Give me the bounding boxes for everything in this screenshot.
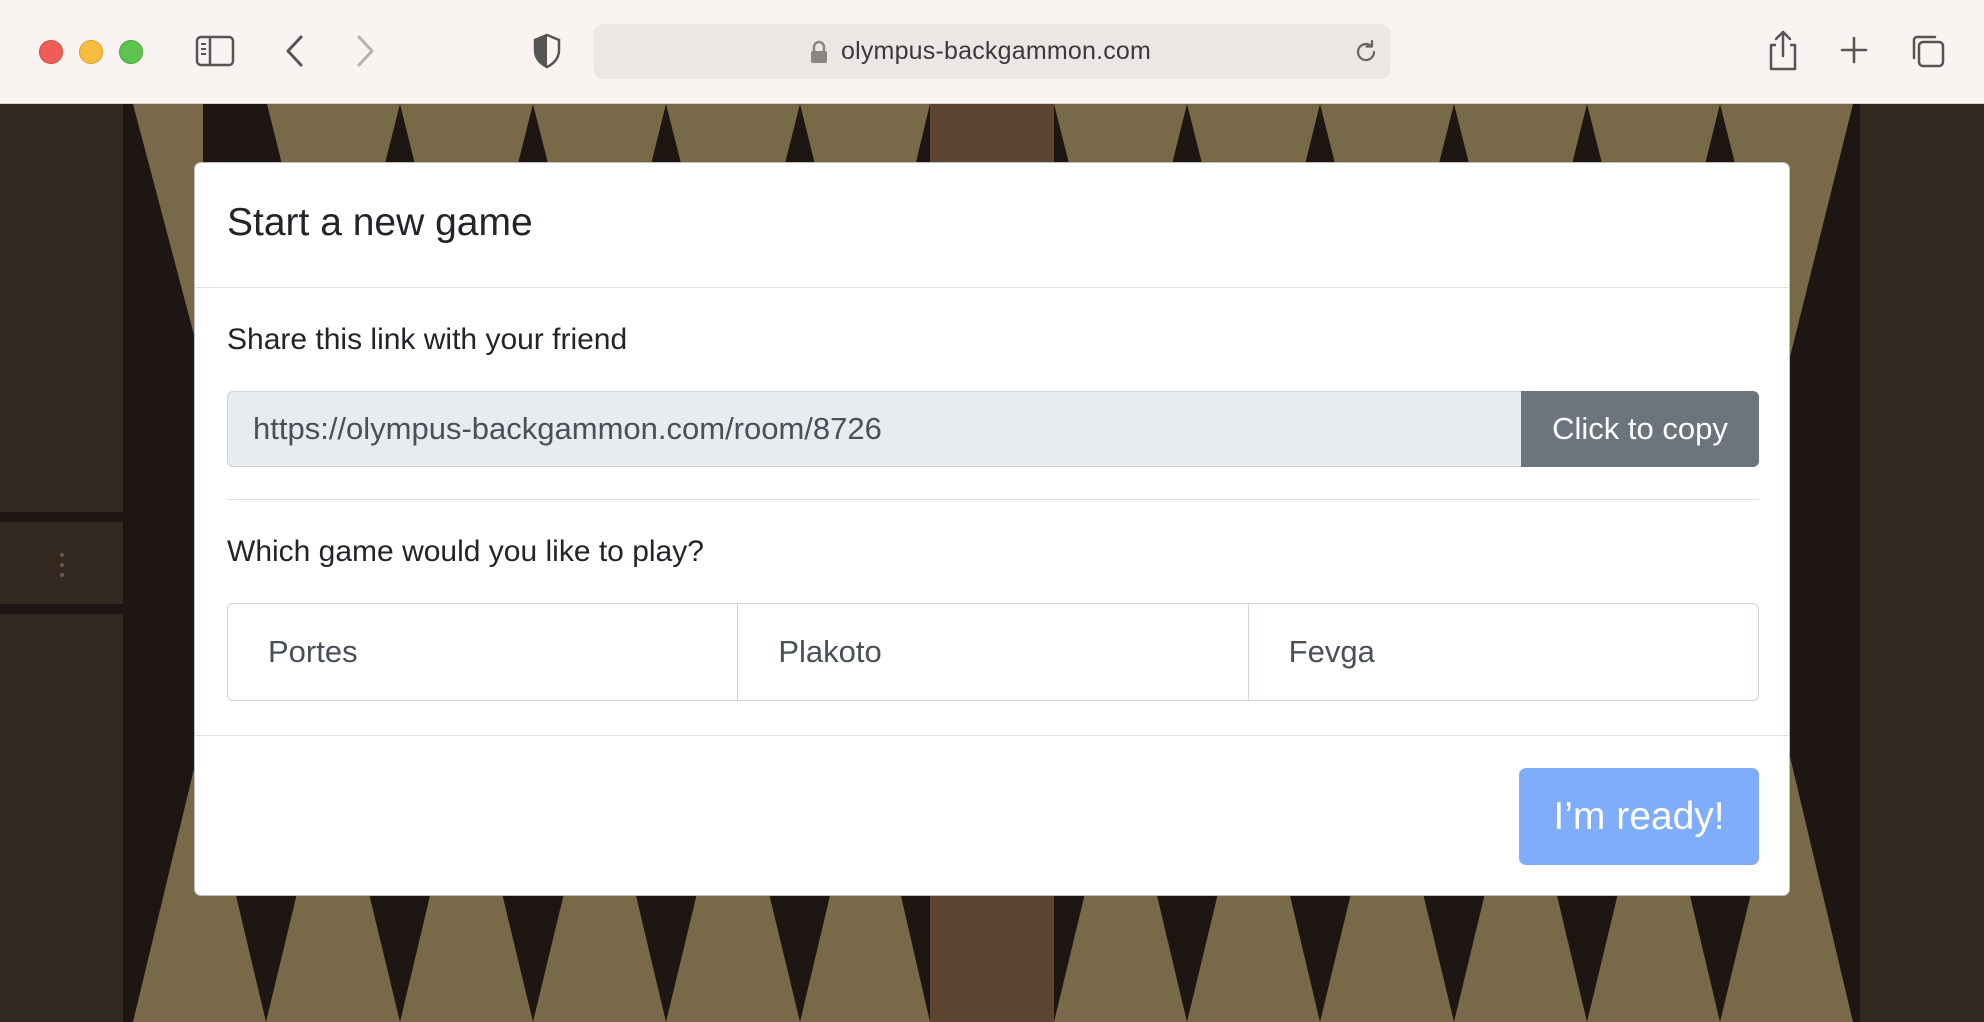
close-window-button[interactable] [39, 40, 63, 64]
new-game-modal: Start a new game Share this link with yo… [194, 162, 1790, 896]
ready-button[interactable]: I’m ready! [1519, 768, 1759, 865]
section-divider [227, 499, 1759, 500]
modal-footer-divider [195, 735, 1789, 736]
browser-toolbar: olympus-backgammon.com [0, 0, 1984, 104]
share-link-label: Share this link with your friend [227, 323, 628, 356]
reload-icon[interactable] [1353, 39, 1379, 65]
shield-icon[interactable] [532, 33, 562, 69]
tabs-icon[interactable] [1910, 33, 1946, 69]
zoom-window-button[interactable] [119, 40, 143, 64]
address-bar[interactable]: olympus-backgammon.com [593, 24, 1391, 79]
copy-link-button[interactable]: Click to copy [1521, 391, 1759, 467]
sidebar-icon[interactable] [195, 34, 235, 68]
forward-icon[interactable] [354, 34, 376, 68]
game-option-plakoto[interactable]: Plakoto [738, 604, 1249, 700]
game-option-fevga[interactable]: Fevga [1249, 604, 1758, 700]
game-choice-label: Which game would you like to play? [227, 535, 704, 568]
lock-icon [811, 40, 827, 63]
new-tab-icon[interactable] [1840, 36, 1868, 64]
url-text: olympus-backgammon.com [841, 37, 1152, 65]
board-right-frame [1860, 104, 1984, 1022]
modal-header: Start a new game [195, 163, 1789, 288]
share-icon[interactable] [1767, 29, 1799, 71]
game-options: Portes Plakoto Fevga [227, 603, 1759, 701]
modal-title: Start a new game [227, 201, 533, 244]
minimize-window-button[interactable] [79, 40, 103, 64]
game-option-portes[interactable]: Portes [228, 604, 739, 700]
back-icon[interactable] [284, 34, 306, 68]
share-link-input[interactable]: https://olympus-backgammon.com/room/8726 [227, 391, 1521, 467]
